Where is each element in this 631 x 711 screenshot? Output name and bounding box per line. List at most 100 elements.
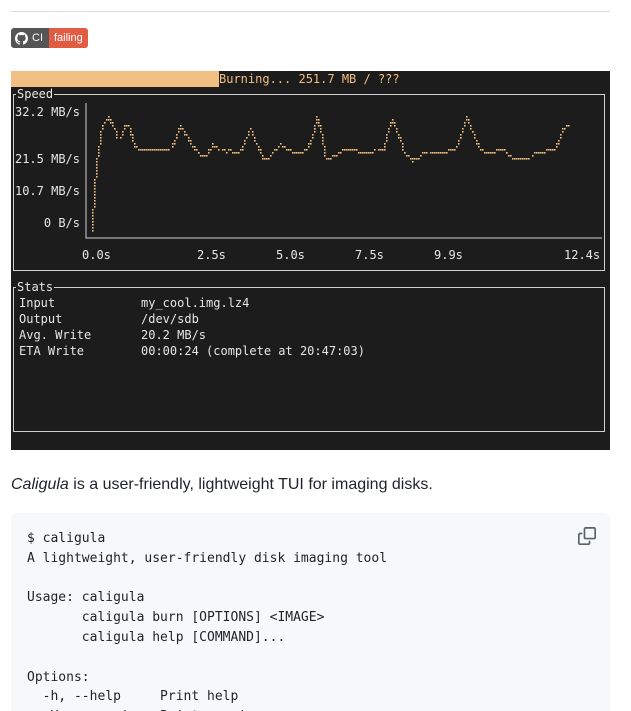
speed-point — [400, 140, 402, 142]
speed-point — [386, 134, 388, 136]
speed-point — [424, 152, 426, 154]
speed-point — [130, 128, 132, 130]
speed-point — [366, 152, 368, 154]
speed-point — [94, 194, 96, 196]
stat-label: Output — [19, 312, 63, 326]
speed-point — [546, 149, 548, 151]
speed-point — [258, 146, 260, 148]
speed-point — [272, 152, 274, 154]
speed-point — [190, 140, 192, 142]
speed-point — [92, 230, 94, 232]
speed-point — [518, 158, 520, 160]
speed-point — [560, 134, 562, 136]
speed-point — [454, 149, 456, 151]
speed-point — [320, 125, 322, 127]
speed-point — [324, 146, 326, 148]
project-description: Caligula is a user-friendly, lightweight… — [11, 475, 433, 495]
speed-point — [338, 152, 340, 154]
speed-point — [248, 134, 250, 136]
speed-point — [236, 152, 238, 154]
speed-point — [334, 155, 336, 157]
speed-point — [316, 122, 318, 124]
speed-point — [114, 128, 116, 130]
speed-point — [522, 158, 524, 160]
speed-point — [486, 152, 488, 154]
speed-point — [464, 125, 466, 127]
speed-point — [336, 155, 338, 157]
speed-point — [102, 125, 104, 127]
speed-point — [284, 146, 286, 148]
speed-point — [180, 128, 182, 130]
speed-point — [418, 158, 420, 160]
speed-point — [420, 155, 422, 157]
speed-point — [498, 149, 500, 151]
speed-point — [466, 116, 468, 118]
speed-point — [250, 128, 252, 130]
speed-point — [136, 146, 138, 148]
speed-point — [174, 143, 176, 145]
speed-point — [238, 152, 240, 154]
speed-point — [92, 212, 94, 214]
speed-point — [386, 137, 388, 139]
speed-point — [178, 128, 180, 130]
speed-point — [380, 149, 382, 151]
speed-point — [480, 149, 482, 151]
speed-point — [270, 155, 272, 157]
speed-point — [542, 152, 544, 154]
speed-point — [128, 125, 130, 127]
speed-point — [394, 122, 396, 124]
speed-point — [402, 143, 404, 145]
speed-point — [208, 152, 210, 154]
speed-point — [318, 122, 320, 124]
app-name: Caligula — [11, 476, 69, 493]
speed-point — [288, 149, 290, 151]
speed-point — [244, 143, 246, 145]
terminal-screenshot: Burning... 251.7 MB / ??? Speed 32.2 MB/… — [11, 71, 610, 450]
x-tick-label: 5.0s — [276, 248, 305, 262]
speed-point — [322, 140, 324, 142]
speed-point — [116, 137, 118, 139]
speed-point — [458, 143, 460, 145]
speed-point — [384, 149, 386, 151]
code-text[interactable]: $ caligula A lightweight, user-friendly … — [27, 529, 387, 711]
speed-point — [316, 116, 318, 118]
x-tick-label: 12.4s — [564, 248, 601, 262]
speed-point — [132, 137, 134, 139]
speed-point — [216, 146, 218, 148]
speed-point — [188, 137, 190, 139]
speed-point — [346, 149, 348, 151]
speed-point — [218, 149, 220, 151]
speed-point — [92, 227, 94, 229]
speed-point — [172, 143, 174, 145]
speed-point — [460, 137, 462, 139]
ci-status-badge[interactable]: CI failing — [11, 28, 88, 48]
speed-point — [100, 131, 102, 133]
speed-point — [466, 119, 468, 121]
speed-point — [392, 119, 394, 121]
speed-point — [390, 122, 392, 124]
speed-series — [92, 116, 570, 232]
speed-point — [328, 158, 330, 160]
speed-point — [108, 116, 110, 118]
github-icon — [15, 31, 28, 45]
speed-point — [478, 146, 480, 148]
speed-point — [200, 155, 202, 157]
copy-icon[interactable] — [578, 527, 596, 545]
speed-point — [104, 122, 106, 124]
speed-point — [464, 122, 466, 124]
speed-point — [558, 143, 560, 145]
speed-point — [214, 146, 216, 148]
speed-point — [494, 152, 496, 154]
speed-point — [384, 143, 386, 145]
speed-point — [556, 143, 558, 145]
speed-point — [344, 149, 346, 151]
speed-point — [462, 131, 464, 133]
speed-point — [92, 215, 94, 217]
speed-point — [404, 152, 406, 154]
speed-point — [210, 149, 212, 151]
speed-point — [478, 143, 480, 145]
speed-point — [422, 152, 424, 154]
speed-point — [122, 134, 124, 136]
speed-point — [332, 155, 334, 157]
speed-point — [352, 149, 354, 151]
